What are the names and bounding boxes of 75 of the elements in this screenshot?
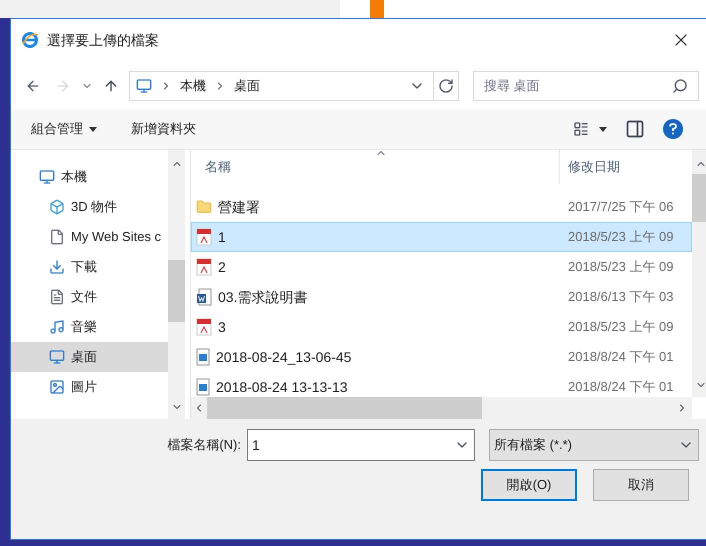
modified-date: 2018/8/24 下午 01 xyxy=(567,348,674,366)
file-name: 2 xyxy=(218,258,226,276)
file-name: 1 xyxy=(218,228,226,246)
vertical-scrollbar[interactable] xyxy=(692,150,706,397)
picture-folder-icon xyxy=(49,379,65,395)
list-view-icon xyxy=(573,121,589,137)
folder-icon xyxy=(196,199,212,215)
file-name: 3 xyxy=(218,318,226,336)
pdf-file-icon xyxy=(196,258,212,276)
file-row[interactable]: 1 2018/5/23 上午 09 xyxy=(191,222,692,252)
file-name: 2018-08-24_13-06-45 xyxy=(216,348,352,367)
download-folder-icon xyxy=(49,259,65,275)
scrollbar-thumb[interactable] xyxy=(168,260,185,322)
blank-file-icon xyxy=(49,229,65,245)
new-folder-button[interactable]: 新增資料夾 xyxy=(131,119,196,139)
modified-date: 2018/5/23 上午 09 xyxy=(567,318,674,336)
file-row[interactable]: 2018-08-24_13-06-45 2018/8/24 下午 01 xyxy=(191,342,692,372)
sidebar-item[interactable]: 3D 物件 xyxy=(11,192,168,222)
modified-date: 2018/5/23 上午 09 xyxy=(567,228,674,246)
help-button[interactable] xyxy=(663,119,683,139)
file-name: 2018-08-24 13-13-13 xyxy=(216,378,348,396)
horizontal-scrollbar[interactable] xyxy=(191,397,692,419)
view-options-button[interactable] xyxy=(573,121,607,137)
pdf-file-icon xyxy=(196,318,212,336)
search-icon xyxy=(672,78,688,94)
sidebar-item[interactable]: 下載 xyxy=(11,252,168,282)
sidebar-item[interactable]: 本機 xyxy=(11,162,168,192)
file-name-field[interactable]: 1 xyxy=(247,429,475,461)
file-type-dropdown[interactable]: 所有檔案 (*.*) xyxy=(489,429,699,461)
breadcrumb-item[interactable]: 桌面 xyxy=(234,76,260,96)
organize-menu-button[interactable]: 組合管理 xyxy=(31,119,97,139)
help-icon xyxy=(669,123,677,135)
scrollbar-thumb[interactable] xyxy=(207,397,482,419)
caret-icon xyxy=(599,126,607,132)
file-name-label: 檔案名稱(N): xyxy=(166,436,241,454)
sidebar-item[interactable]: 音樂 xyxy=(11,312,168,342)
modified-date: 2018/8/24 下午 01 xyxy=(567,378,674,396)
accent-bar xyxy=(370,0,384,18)
caret-icon xyxy=(89,126,97,132)
refresh-icon[interactable] xyxy=(438,78,454,94)
music-folder-icon xyxy=(49,319,65,335)
file-row[interactable]: 營建署 2017/7/25 下午 06 xyxy=(191,192,692,222)
file-row[interactable]: 03.需求說明書 2018/6/13 下午 03 xyxy=(191,282,692,312)
scrollbar-thumb[interactable] xyxy=(692,174,706,222)
preview-pane-icon xyxy=(625,119,645,139)
file-row[interactable]: 2 2018/5/23 上午 09 xyxy=(191,252,692,282)
file-row[interactable]: 3 2018/5/23 上午 09 xyxy=(191,312,692,342)
file-name: 營建署 xyxy=(218,198,260,216)
sidebar-item[interactable]: 文件 xyxy=(11,282,168,312)
word-file-icon xyxy=(196,288,212,306)
vertical-scrollbar[interactable] xyxy=(168,150,185,419)
column-header[interactable]: 名稱 xyxy=(191,157,559,177)
open-button[interactable]: 開啟(O) xyxy=(481,469,577,501)
breadcrumb-item[interactable]: 本機 xyxy=(180,76,206,96)
preview-pane-button[interactable] xyxy=(625,119,645,139)
document-folder-icon xyxy=(49,289,65,305)
cancel-button[interactable]: 取消 xyxy=(593,469,689,501)
modified-date: 2018/6/13 下午 03 xyxy=(567,288,674,306)
computer-icon xyxy=(39,169,55,185)
address-bar[interactable]: 本機 桌面 xyxy=(129,71,459,101)
modified-date: 2017/7/25 下午 06 xyxy=(567,198,674,216)
image-file-icon xyxy=(196,378,210,396)
sidebar-item[interactable]: 桌面 xyxy=(11,342,168,372)
browser-logo-icon xyxy=(21,31,39,49)
file-name: 03.需求說明書 xyxy=(218,288,308,306)
window-title: 選擇要上傳的檔案 xyxy=(47,30,159,50)
sidebar-item[interactable]: 圖片 xyxy=(11,372,168,402)
image-file-icon xyxy=(196,348,210,366)
pdf-file-icon xyxy=(196,228,212,246)
search-field[interactable]: 搜尋 桌面 xyxy=(473,71,699,101)
cube-folder-icon xyxy=(49,199,65,215)
modified-date: 2018/5/23 上午 09 xyxy=(567,258,674,276)
file-row[interactable]: 2018-08-24 13-13-13 2018/8/24 下午 01 xyxy=(191,372,692,402)
search-placeholder: 搜尋 桌面 xyxy=(484,77,540,96)
sidebar-item[interactable]: My Web Sites c xyxy=(11,222,168,252)
